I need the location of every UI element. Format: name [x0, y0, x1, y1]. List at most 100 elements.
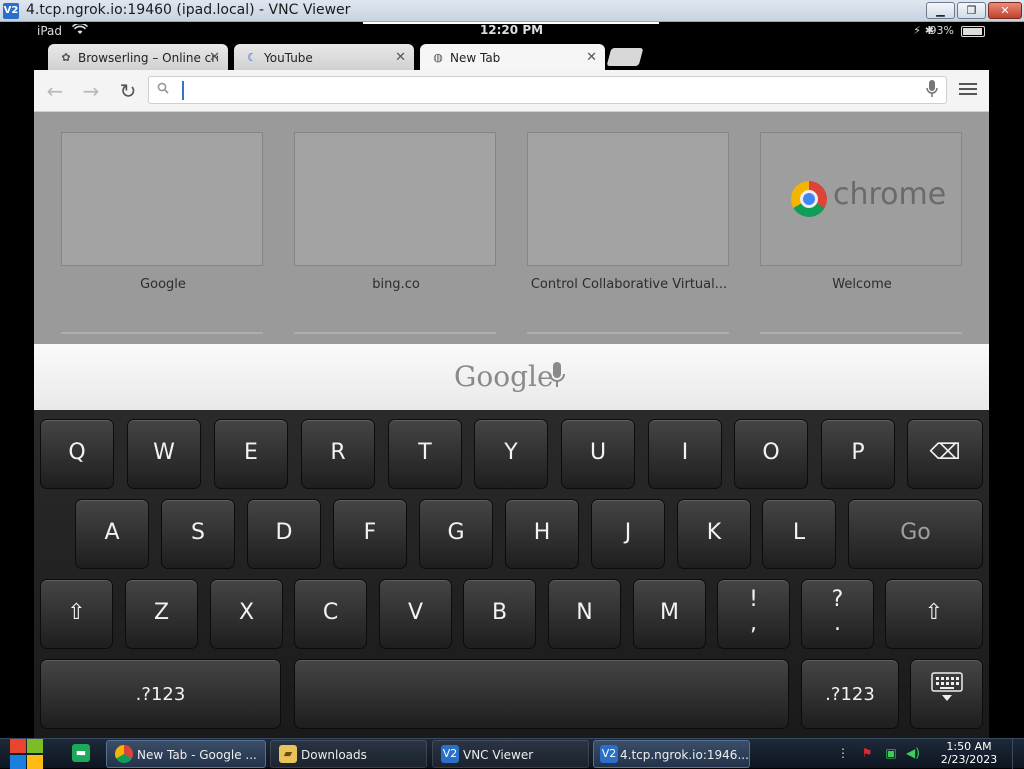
taskbar-item-vnc-session[interactable]: V2 4.tcp.ngrok.io:1946...	[593, 740, 750, 768]
system-clock[interactable]: 1:50 AM 2/23/2023	[936, 740, 1002, 766]
google-search-bar[interactable]: Google	[34, 344, 989, 410]
start-button[interactable]	[8, 739, 44, 769]
key-label: V	[407, 600, 424, 625]
vnc-app-icon: V2	[3, 3, 19, 19]
question-period-key[interactable]: ?.	[801, 579, 874, 649]
forward-button[interactable]: →	[78, 79, 104, 103]
tab-label: Browserling – Online cross-browser testi…	[78, 51, 218, 65]
taskbar-item-chrome[interactable]: New Tab - Google ...	[106, 740, 266, 768]
shift-icon: ⇧	[924, 600, 944, 625]
close-window-button[interactable]: ✕	[988, 2, 1022, 19]
overflow-icon[interactable]: ⋮	[836, 746, 850, 760]
new-tab-button[interactable]	[606, 48, 644, 66]
key-label: N	[576, 600, 593, 625]
taskbar-item-downloads[interactable]: ▰ Downloads	[270, 740, 427, 768]
pinned-app-icon[interactable]: ▬	[72, 744, 90, 762]
chrome-wordmark: chrome	[833, 177, 947, 212]
hide-keyboard-key[interactable]	[910, 659, 983, 729]
back-button[interactable]: ←	[42, 79, 68, 103]
key-f[interactable]: F	[333, 499, 407, 569]
space-key[interactable]	[294, 659, 789, 729]
key-q[interactable]: Q	[40, 419, 114, 489]
reload-button[interactable]: ↻	[115, 79, 141, 103]
key-label: O	[762, 440, 780, 465]
key-label: L	[792, 520, 806, 545]
key-l[interactable]: L	[762, 499, 836, 569]
key-label: R	[330, 440, 346, 465]
key-r[interactable]: R	[301, 419, 375, 489]
most-visited-tile[interactable]: chrome Welcome	[760, 132, 962, 292]
key-label: D	[275, 520, 293, 545]
shift-key-left[interactable]: ⇧	[40, 579, 113, 649]
key-j[interactable]: J	[591, 499, 665, 569]
tile-title: Control Collaborative Virtual...	[530, 277, 728, 292]
vnc-icon: V2	[441, 745, 459, 763]
key-y[interactable]: Y	[474, 419, 548, 489]
key-h[interactable]: H	[505, 499, 579, 569]
backspace-key[interactable]: ⌫	[907, 419, 983, 489]
most-visited-tile[interactable]: bing.co	[294, 132, 496, 292]
key-w[interactable]: W	[127, 419, 201, 489]
browser-toolbar: ← → ↻	[34, 70, 989, 112]
close-tab-icon[interactable]: ✕	[209, 50, 220, 65]
taskbar-item-vnc-viewer[interactable]: V2 VNC Viewer	[432, 740, 589, 768]
key-a[interactable]: A	[75, 499, 149, 569]
key-k[interactable]: K	[677, 499, 751, 569]
onscreen-keyboard: Q W E R T Y U I O P ⌫ A S D F G H J K L …	[34, 410, 989, 738]
key-c[interactable]: C	[294, 579, 367, 649]
key-n[interactable]: N	[548, 579, 621, 649]
close-tab-icon[interactable]: ✕	[586, 50, 597, 65]
key-label: E	[244, 440, 258, 465]
flag-icon[interactable]: ⚑	[860, 746, 874, 760]
key-m[interactable]: M	[633, 579, 706, 649]
key-label: Y	[504, 440, 518, 465]
key-i[interactable]: I	[648, 419, 722, 489]
key-x[interactable]: X	[210, 579, 283, 649]
keyboard-hide-icon	[911, 672, 982, 708]
text-cursor	[182, 81, 184, 100]
go-key[interactable]: Go	[848, 499, 983, 569]
omnibox[interactable]	[148, 76, 947, 104]
taskbar-item-label: New Tab - Google ...	[137, 748, 257, 762]
key-label: T	[418, 440, 432, 465]
maximize-button[interactable]: ❐	[957, 2, 986, 19]
vnc-icon: V2	[600, 745, 618, 763]
most-visited-tile[interactable]: Control Collaborative Virtual...	[527, 132, 729, 292]
key-label: ?.	[802, 588, 873, 636]
most-visited-tile[interactable]: Google	[61, 132, 263, 292]
system-tray: ⋮ ⚑ ▣ ◀)	[832, 739, 942, 769]
key-e[interactable]: E	[214, 419, 288, 489]
key-label: H	[533, 520, 551, 545]
numbers-key-right[interactable]: .?123	[801, 659, 899, 729]
minimize-button[interactable]: ▁	[926, 2, 955, 19]
shift-key-right[interactable]: ⇧	[885, 579, 983, 649]
folder-icon: ▰	[279, 745, 297, 763]
network-icon[interactable]: ▣	[884, 746, 898, 760]
youtube-icon: ☾	[247, 51, 257, 64]
show-desktop-button[interactable]	[1012, 739, 1024, 769]
clock-date: 2/23/2023	[940, 753, 998, 766]
key-b[interactable]: B	[463, 579, 536, 649]
key-u[interactable]: U	[561, 419, 635, 489]
close-tab-icon[interactable]: ✕	[395, 50, 406, 65]
key-s[interactable]: S	[161, 499, 235, 569]
key-d[interactable]: D	[247, 499, 321, 569]
address-input[interactable]	[181, 81, 901, 101]
key-g[interactable]: G	[419, 499, 493, 569]
exclamation-comma-key[interactable]: !,	[717, 579, 790, 649]
volume-icon[interactable]: ◀)	[906, 746, 920, 760]
key-t[interactable]: T	[388, 419, 462, 489]
mic-icon[interactable]	[926, 80, 938, 102]
key-label: M	[660, 600, 679, 625]
key-label: Go	[900, 520, 931, 545]
key-z[interactable]: Z	[125, 579, 198, 649]
menu-icon[interactable]	[959, 80, 977, 100]
tab-youtube[interactable]: ☾ YouTube ✕	[234, 44, 414, 72]
google-wordmark: Google	[454, 360, 554, 393]
key-p[interactable]: P	[821, 419, 895, 489]
key-o[interactable]: O	[734, 419, 808, 489]
voice-search-icon[interactable]	[549, 362, 565, 394]
numbers-key-left[interactable]: .?123	[40, 659, 281, 729]
key-v[interactable]: V	[379, 579, 452, 649]
tab-browserling[interactable]: ✿ Browserling – Online cross-browser tes…	[48, 44, 228, 72]
